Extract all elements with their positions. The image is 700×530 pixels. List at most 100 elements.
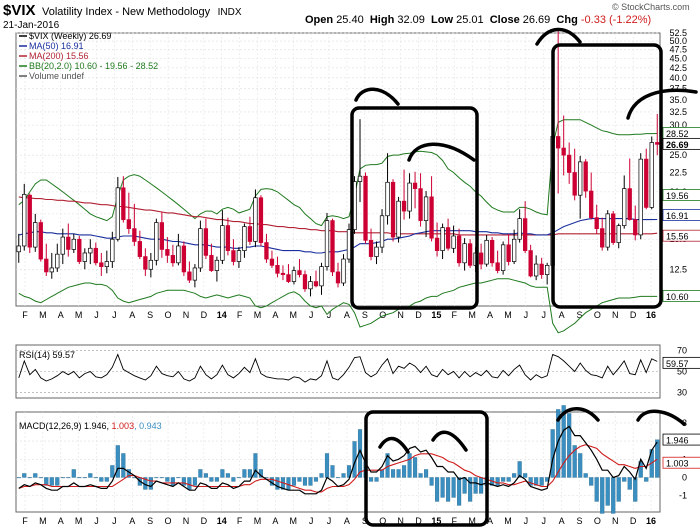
macd-histogram-bar bbox=[49, 477, 54, 486]
candle-body bbox=[126, 219, 131, 229]
candle-body bbox=[60, 236, 65, 255]
macd-histogram-bar bbox=[154, 477, 159, 479]
candle-body bbox=[236, 250, 242, 262]
candle-body bbox=[644, 158, 649, 208]
macd-legend-label: MACD(12,26,9) 1.946, 1.003, 0.943 bbox=[19, 421, 162, 431]
macd-histogram-bar bbox=[424, 469, 429, 478]
candle-body bbox=[88, 247, 93, 254]
price-tick-label: 42.5 bbox=[669, 63, 687, 73]
price-tick-label: 45.0 bbox=[669, 53, 687, 63]
macd-histogram-bar bbox=[286, 477, 291, 490]
candle-body bbox=[66, 236, 71, 250]
macd-x-tick-label: O bbox=[594, 516, 601, 526]
candle-body bbox=[445, 227, 451, 249]
macd-histogram-bar bbox=[192, 477, 197, 486]
macd-x-tick-label: M bbox=[75, 516, 83, 526]
macd-x-tick-label: J bbox=[327, 516, 332, 526]
candle-body bbox=[600, 228, 605, 248]
candle-body bbox=[154, 222, 159, 261]
macd-x-tick-label: M bbox=[39, 516, 47, 526]
macd-histogram-bar bbox=[77, 477, 82, 479]
macd-x-tick-label: A bbox=[344, 516, 350, 526]
candle-body bbox=[33, 222, 38, 248]
candle-body bbox=[556, 136, 561, 149]
macd-histogram-bar bbox=[589, 477, 594, 486]
candle-body bbox=[264, 242, 269, 260]
candle-body bbox=[511, 238, 517, 262]
price-x-tick-label: F bbox=[452, 310, 458, 320]
candle-body bbox=[385, 181, 390, 217]
macd-histogram-bar bbox=[578, 453, 583, 478]
tag-macd: 1.946 bbox=[666, 436, 689, 446]
candle-body bbox=[44, 258, 49, 273]
candle-body bbox=[55, 253, 60, 269]
price-tick-label: 22.5 bbox=[669, 167, 687, 177]
price-tick-label: 40.0 bbox=[669, 73, 687, 83]
macd-x-tick-label: O bbox=[165, 516, 172, 526]
candle-body bbox=[231, 250, 236, 262]
candle-body bbox=[143, 256, 148, 270]
candle-body bbox=[280, 272, 286, 275]
candle-body bbox=[545, 265, 550, 275]
tag-bb-lower: 10.60 bbox=[666, 292, 689, 302]
price-x-tick-label: M bbox=[290, 310, 298, 320]
candle-body bbox=[440, 227, 445, 251]
candle-body bbox=[462, 243, 467, 264]
macd-histogram-bar bbox=[605, 477, 610, 506]
macd-x-tick-label: D bbox=[201, 516, 208, 526]
price-x-tick-label: J bbox=[112, 310, 117, 320]
price-x-tick-label: J bbox=[524, 310, 529, 320]
macd-histogram-bar bbox=[616, 477, 621, 502]
macd-histogram-bar bbox=[110, 465, 115, 478]
macd-histogram-bar bbox=[302, 477, 308, 486]
candle-body bbox=[467, 243, 473, 266]
price-x-tick-label: A bbox=[272, 310, 278, 320]
macd-histogram-bar bbox=[462, 477, 467, 494]
price-x-tick-label: N bbox=[183, 310, 190, 320]
macd-histogram-bar bbox=[324, 453, 330, 478]
macd-x-tick-label: N bbox=[612, 516, 619, 526]
macd-x-tick-label: D bbox=[630, 516, 637, 526]
macd-histogram-bar bbox=[148, 477, 153, 490]
macd-histogram-bar bbox=[291, 477, 297, 486]
macd-x-tick-label: F bbox=[22, 516, 28, 526]
macd-histogram-bar bbox=[209, 477, 214, 482]
price-legend-entry: BB(20,2.0) 10.60 - 19.56 - 28.52 bbox=[29, 61, 158, 71]
price-x-tick-label: M bbox=[75, 310, 83, 320]
price-legend-entry: MA(50) 16.91 bbox=[29, 41, 84, 51]
price-x-tick-label: F bbox=[22, 310, 28, 320]
macd-histogram-bar bbox=[457, 477, 462, 506]
candle-body bbox=[655, 142, 660, 145]
tag-bb-mid: 19.56 bbox=[666, 191, 689, 201]
macd-histogram-bar bbox=[93, 477, 98, 479]
candle-body bbox=[357, 175, 363, 182]
candle-body bbox=[137, 241, 142, 257]
candle-body bbox=[27, 194, 32, 248]
candle-body bbox=[500, 244, 506, 271]
macd-histogram-bar bbox=[319, 473, 324, 478]
candle-body bbox=[633, 219, 638, 236]
candle-body bbox=[258, 197, 264, 243]
macd-x-tick-label: M bbox=[504, 516, 512, 526]
macd-histogram-bar bbox=[313, 477, 319, 482]
macd-histogram-bar bbox=[82, 477, 87, 479]
candle-body bbox=[275, 265, 280, 274]
macd-x-tick-label: M bbox=[290, 516, 298, 526]
candle-body bbox=[594, 217, 599, 229]
macd-x-tick-label: A bbox=[129, 516, 135, 526]
candle-body bbox=[159, 222, 165, 250]
candle-body bbox=[104, 261, 109, 267]
macd-x-tick-label: J bbox=[112, 516, 117, 526]
rsi-legend-label: RSI(14) 59.57 bbox=[19, 350, 75, 360]
candle-body bbox=[589, 190, 594, 219]
candle-body bbox=[181, 245, 187, 273]
candle-body bbox=[396, 200, 401, 238]
macd-x-tick-label: J bbox=[309, 516, 314, 526]
macd-histogram-bar bbox=[594, 477, 599, 502]
candle-body bbox=[165, 249, 170, 256]
candle-body bbox=[434, 237, 440, 251]
candle-body bbox=[148, 259, 154, 270]
price-x-tick-label: A bbox=[58, 310, 64, 320]
macd-histogram-bar bbox=[512, 473, 517, 478]
macd-histogram-bar bbox=[368, 477, 374, 482]
